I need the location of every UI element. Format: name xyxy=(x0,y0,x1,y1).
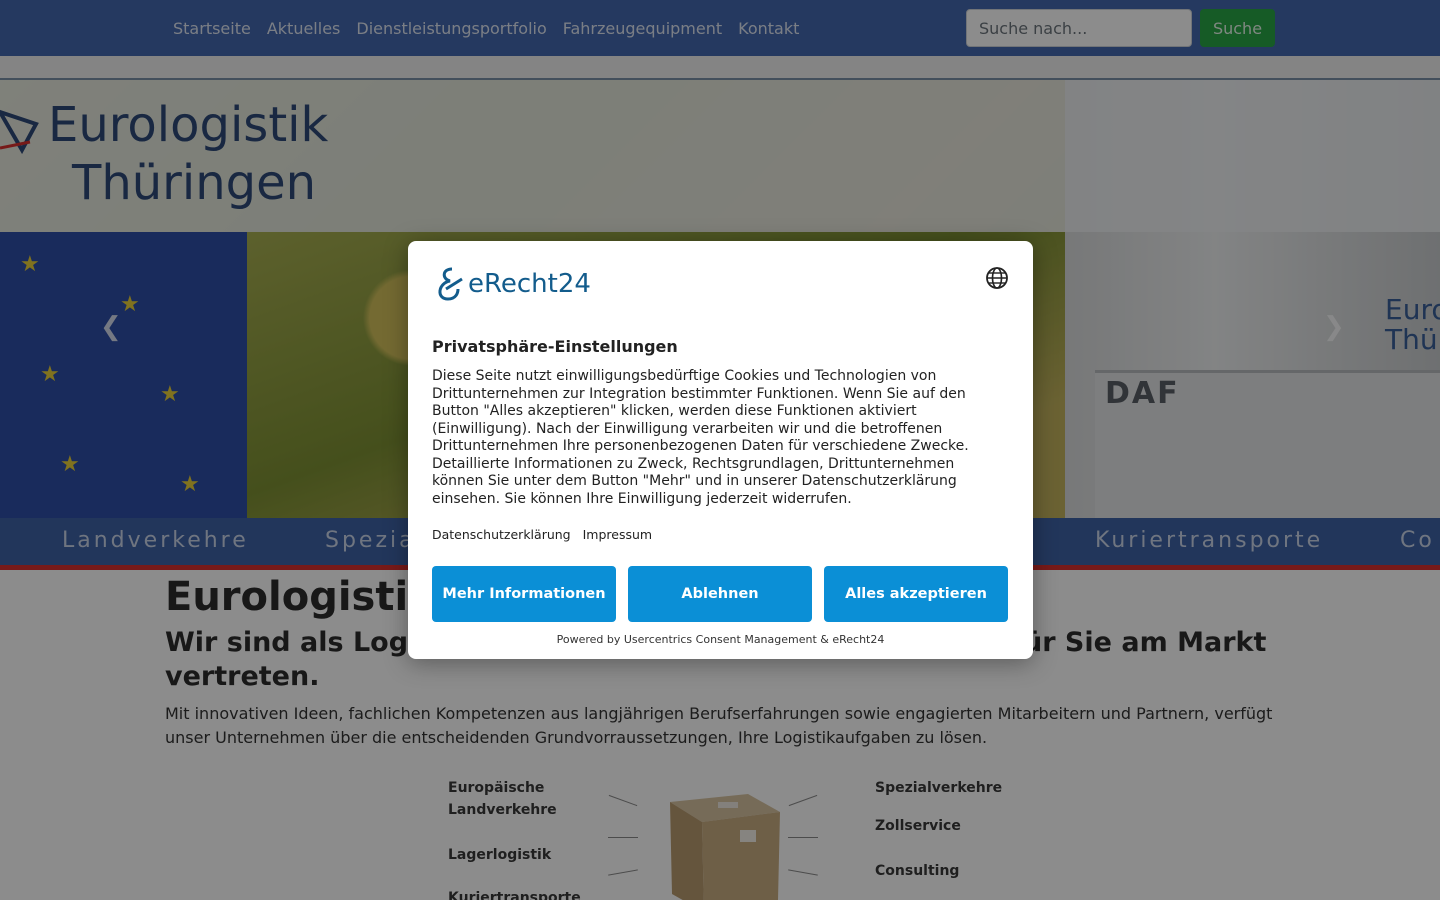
more-info-button[interactable]: Mehr Informationen xyxy=(432,566,616,622)
erecht24-logo-text: eRecht24 xyxy=(468,269,591,299)
consent-links: Datenschutzerklärung Impressum xyxy=(432,527,652,542)
erecht24-logo: eRecht24 xyxy=(432,265,591,303)
decline-button[interactable]: Ablehnen xyxy=(628,566,812,622)
consent-title: Privatsphäre-Einstellungen xyxy=(432,337,678,356)
consent-dialog: eRecht24 Privatsphäre-Einstellungen Dies… xyxy=(408,241,1033,659)
erecht24-logo-icon xyxy=(438,267,463,301)
imprint-link[interactable]: Impressum xyxy=(583,527,652,542)
accept-all-button[interactable]: Alles akzeptieren xyxy=(824,566,1008,622)
consent-body: Diese Seite nutzt einwilligungsbedürftig… xyxy=(432,368,969,507)
privacy-policy-link[interactable]: Datenschutzerklärung xyxy=(432,527,571,542)
globe-icon[interactable] xyxy=(985,266,1009,290)
powered-by-text: Powered by Usercentrics Consent Manageme… xyxy=(556,633,885,646)
